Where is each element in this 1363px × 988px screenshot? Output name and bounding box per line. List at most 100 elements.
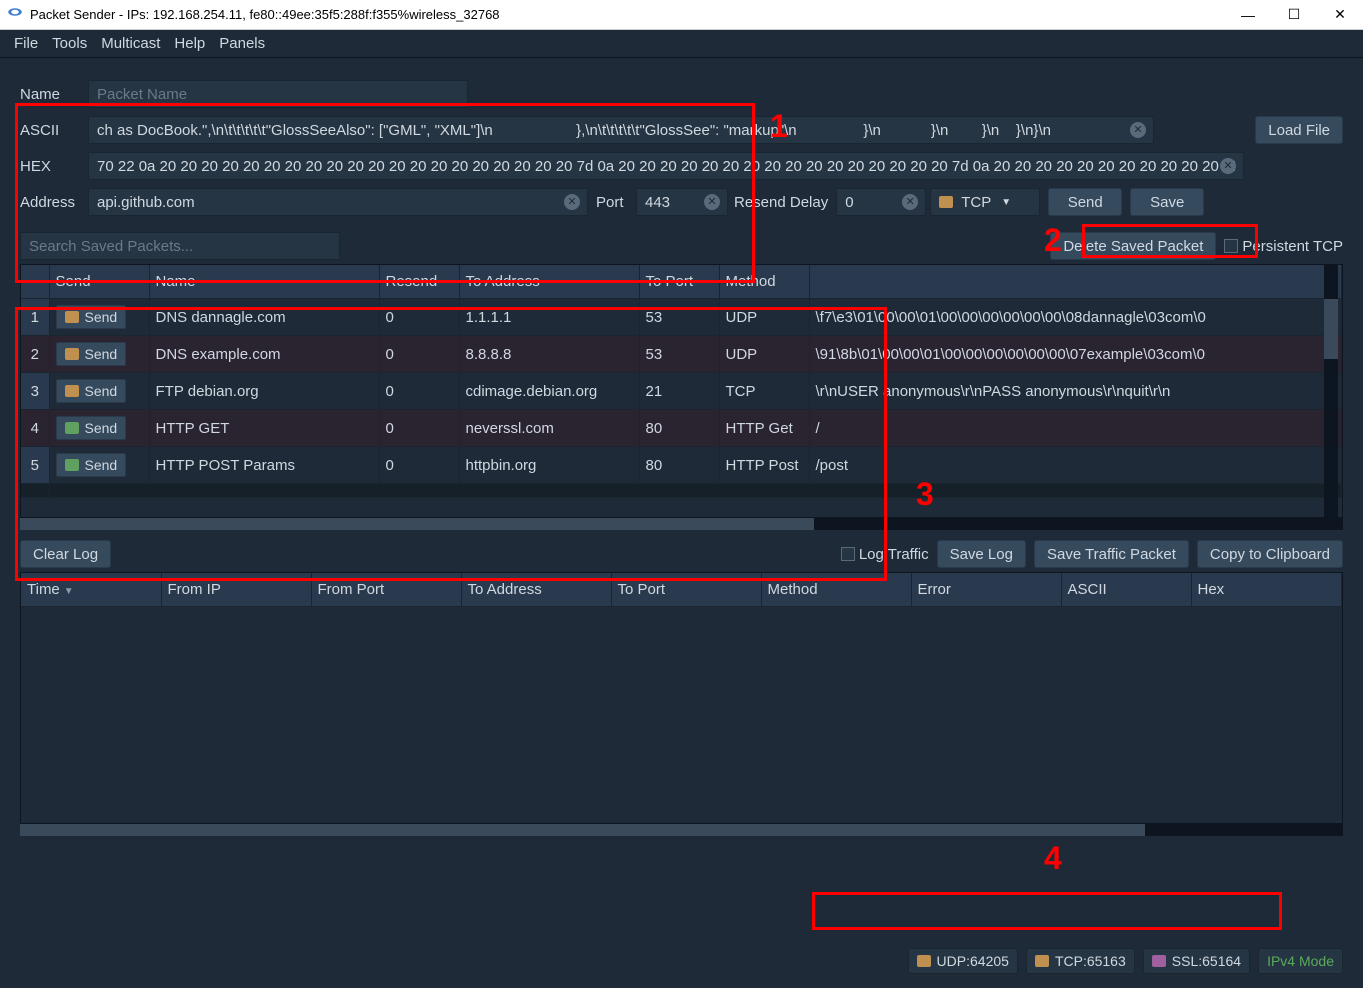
send-icon	[65, 422, 79, 434]
menu-tools[interactable]: Tools	[46, 31, 93, 56]
log-col-method[interactable]: Method	[761, 573, 911, 607]
row-data[interactable]: /	[809, 410, 1342, 447]
col-method[interactable]: Method	[719, 265, 809, 299]
log-table: Time▼ From IP From Port To Address To Po…	[20, 572, 1343, 824]
row-resend[interactable]: 0	[379, 447, 459, 484]
clear-log-button[interactable]: Clear Log	[20, 540, 111, 568]
port-clear-icon[interactable]: ✕	[704, 194, 720, 210]
row-method[interactable]: UDP	[719, 336, 809, 373]
log-col-fromport[interactable]: From Port	[311, 573, 461, 607]
row-data[interactable]: \91\8b\01\00\00\01\00\00\00\00\00\00\07e…	[809, 336, 1342, 373]
protocol-value: TCP	[961, 194, 991, 211]
menu-panels[interactable]: Panels	[213, 31, 271, 56]
close-button[interactable]: ✕	[1317, 0, 1363, 30]
log-col-fromip[interactable]: From IP	[161, 573, 311, 607]
send-cell: Send	[49, 447, 149, 484]
log-col-time[interactable]: Time▼	[21, 573, 161, 607]
row-addr[interactable]: cdimage.debian.org	[459, 373, 639, 410]
log-col-toport[interactable]: To Port	[611, 573, 761, 607]
ascii-clear-icon[interactable]: ✕	[1130, 122, 1146, 138]
col-name[interactable]: Name	[149, 265, 379, 299]
send-cell: Send	[49, 336, 149, 373]
row-port[interactable]: 80	[639, 447, 719, 484]
protocol-select[interactable]: TCP ▼	[930, 188, 1040, 216]
send-icon	[65, 348, 79, 360]
log-col-error[interactable]: Error	[911, 573, 1061, 607]
row-addr[interactable]: neverssl.com	[459, 410, 639, 447]
copy-clipboard-button[interactable]: Copy to Clipboard	[1197, 540, 1343, 568]
col-toaddr[interactable]: To Address	[459, 265, 639, 299]
row-addr[interactable]: httpbin.org	[459, 447, 639, 484]
row-name[interactable]: DNS dannagle.com	[149, 299, 379, 336]
send-button[interactable]: Send	[1048, 188, 1122, 216]
row-port[interactable]: 80	[639, 410, 719, 447]
row-data[interactable]: \f7\e3\01\00\00\01\00\00\00\00\00\00\08d…	[809, 299, 1342, 336]
row-resend[interactable]: 0	[379, 336, 459, 373]
row-name[interactable]: HTTP POST Params	[149, 447, 379, 484]
save-button[interactable]: Save	[1130, 188, 1204, 216]
status-tcp[interactable]: TCP:65163	[1026, 948, 1135, 974]
packet-form: Name ASCII ✕ Load File HEX ✕ Address ✕ P	[12, 72, 1351, 228]
row-data[interactable]: /post	[809, 447, 1342, 484]
row-number: 1	[21, 299, 49, 336]
row-data[interactable]: \r\nUSER anonymous\r\nPASS anonymous\r\n…	[809, 373, 1342, 410]
row-addr[interactable]: 8.8.8.8	[459, 336, 639, 373]
app-icon	[6, 6, 24, 24]
menu-help[interactable]: Help	[168, 31, 211, 56]
log-col-toaddr[interactable]: To Address	[461, 573, 611, 607]
row-method[interactable]: TCP	[719, 373, 809, 410]
row-send-button[interactable]: Send	[56, 342, 127, 366]
menu-multicast[interactable]: Multicast	[95, 31, 166, 56]
hex-input[interactable]	[88, 152, 1244, 180]
ascii-input[interactable]	[88, 116, 1154, 144]
row-port[interactable]: 53	[639, 336, 719, 373]
log-traffic-checkbox[interactable]: Log Traffic	[841, 546, 929, 563]
col-data[interactable]	[809, 265, 1342, 299]
row-resend[interactable]: 0	[379, 373, 459, 410]
row-method[interactable]: UDP	[719, 299, 809, 336]
log-col-hex[interactable]: Hex	[1191, 573, 1342, 607]
save-traffic-packet-button[interactable]: Save Traffic Packet	[1034, 540, 1189, 568]
send-icon	[65, 459, 79, 471]
row-send-button[interactable]: Send	[56, 416, 127, 440]
minimize-button[interactable]: —	[1225, 0, 1271, 30]
row-method[interactable]: HTTP Post	[719, 447, 809, 484]
delete-packet-button[interactable]: Delete Saved Packet	[1050, 232, 1216, 260]
col-send[interactable]: Send	[49, 265, 149, 299]
status-udp[interactable]: UDP:64205	[908, 948, 1018, 974]
row-number: 5	[21, 447, 49, 484]
save-log-button[interactable]: Save Log	[937, 540, 1026, 568]
row-addr[interactable]: 1.1.1.1	[459, 299, 639, 336]
row-name[interactable]: FTP debian.org	[149, 373, 379, 410]
row-send-button[interactable]: Send	[56, 305, 127, 329]
packets-scrollbar[interactable]	[20, 518, 1343, 530]
status-ipv4-mode[interactable]: IPv4 Mode	[1258, 948, 1343, 974]
search-packets-input[interactable]	[20, 232, 340, 260]
address-clear-icon[interactable]: ✕	[564, 194, 580, 210]
row-resend[interactable]: 0	[379, 410, 459, 447]
row-port[interactable]: 53	[639, 299, 719, 336]
chevron-down-icon: ▼	[1001, 197, 1011, 208]
hex-clear-icon[interactable]: ✕	[1220, 158, 1236, 174]
port-label: Port	[596, 194, 628, 211]
maximize-button[interactable]: ☐	[1271, 0, 1317, 30]
col-resend[interactable]: Resend	[379, 265, 459, 299]
col-toport[interactable]: To Port	[639, 265, 719, 299]
sort-down-icon: ▼	[64, 586, 74, 597]
status-ssl[interactable]: SSL:65164	[1143, 948, 1250, 974]
name-input[interactable]	[88, 80, 468, 108]
annotation-4: 4	[1044, 840, 1062, 877]
log-col-ascii[interactable]: ASCII	[1061, 573, 1191, 607]
log-scrollbar[interactable]	[20, 824, 1343, 836]
menu-file[interactable]: File	[8, 31, 44, 56]
load-file-button[interactable]: Load File	[1255, 116, 1343, 144]
row-send-button[interactable]: Send	[56, 379, 127, 403]
row-name[interactable]: HTTP GET	[149, 410, 379, 447]
row-port[interactable]: 21	[639, 373, 719, 410]
row-name[interactable]: DNS example.com	[149, 336, 379, 373]
persistent-tcp-checkbox[interactable]: Persistent TCP	[1224, 238, 1343, 255]
row-send-button[interactable]: Send	[56, 453, 127, 477]
row-method[interactable]: HTTP Get	[719, 410, 809, 447]
address-input[interactable]	[88, 188, 588, 216]
row-resend[interactable]: 0	[379, 299, 459, 336]
